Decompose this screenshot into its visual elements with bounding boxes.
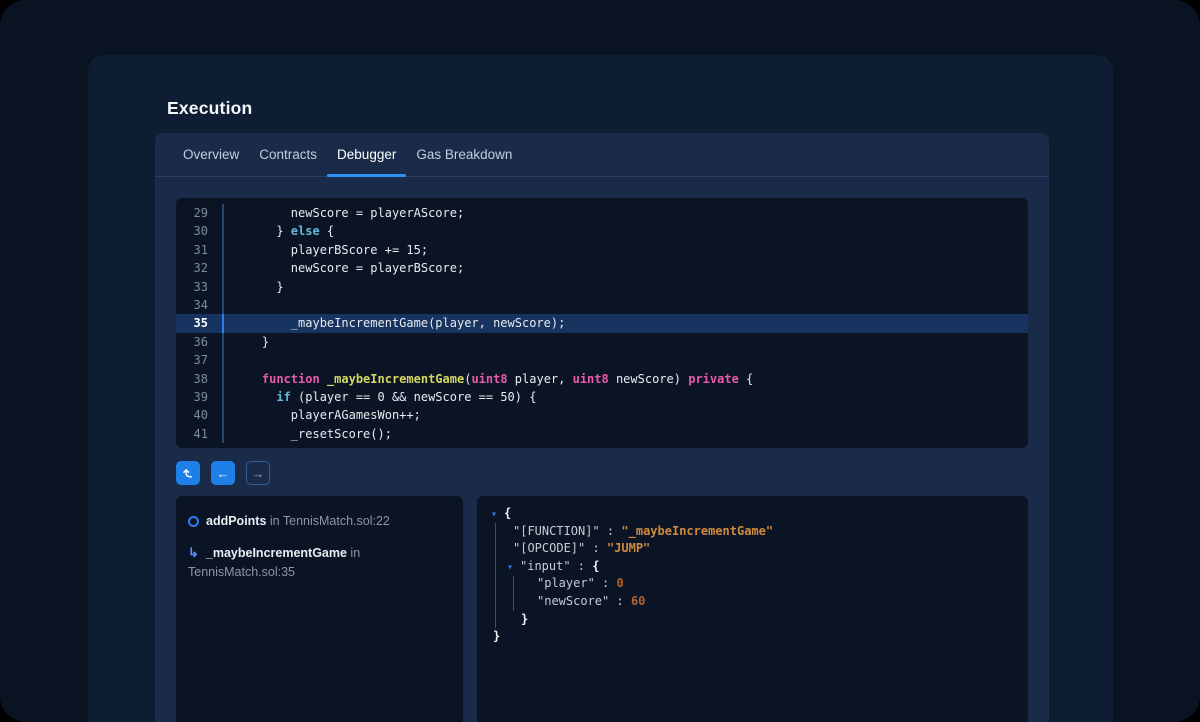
code-text: } (233, 279, 284, 294)
json-row-input-close: } (521, 611, 529, 626)
frame-separator: in (266, 514, 283, 528)
code-text: newScore = playerBScore; (233, 261, 465, 276)
app-window: Execution Overview Contracts Debugger Ga… (0, 0, 1200, 722)
code-line: 41 _resetScore(); (176, 424, 1028, 444)
debug-step-toolbar: ← → (176, 461, 270, 485)
line-number: 32 (176, 259, 224, 278)
code-text: function _maybeIncrementGame(uint8 playe… (261, 371, 754, 386)
code-text: newScore = playerAScore; (233, 206, 465, 220)
code-text: playerBScore += 15; (233, 242, 429, 257)
line-number: 34 (176, 295, 224, 315)
tab-overview[interactable]: Overview (173, 133, 249, 176)
code-line-highlighted: 35 _maybeIncrementGame(player, newScore)… (176, 314, 1028, 333)
code-line: 29 newScore = playerAScore; (176, 204, 1028, 223)
code-line: 38 function _maybeIncrementGame(uint8 pl… (176, 369, 1028, 388)
tab-contracts[interactable]: Contracts (249, 133, 327, 176)
code-text: if (player == 0 && newScore == 50) { (276, 389, 537, 404)
line-number: 38 (176, 369, 224, 388)
tab-debugger[interactable]: Debugger (327, 133, 407, 177)
step-back-button[interactable]: ← (211, 461, 235, 485)
code-text: _resetScore(); (233, 426, 392, 441)
code-line: 33 } (176, 277, 1028, 296)
jump-back-button[interactable] (176, 461, 200, 485)
tree-guide-line (495, 523, 496, 628)
code-line: 37 (176, 351, 1028, 370)
stack-frame-addpoints[interactable]: addPoints in TennisMatch.sol:22 (188, 512, 451, 531)
json-row-root-close: } (493, 629, 501, 644)
line-number: 33 (176, 277, 224, 296)
line-number: 30 (176, 222, 224, 241)
tree-guide-line (513, 576, 514, 611)
frame-location: TennisMatch.sol:35 (188, 565, 296, 579)
code-line: 31 playerBScore += 15; (176, 240, 1028, 260)
code-text: _maybeIncrementGame(player, newScore); (233, 316, 566, 331)
state-inspector-panel[interactable]: ▾{ "[FUNCTION]" : "_maybeIncrementGame" … (477, 496, 1028, 722)
frame-separator: in (346, 546, 361, 560)
frame-function-name: _maybeIncrementGame (205, 546, 347, 560)
code-text: } (233, 334, 270, 349)
frame-location: TennisMatch.sol:22 (282, 514, 390, 528)
collapse-triangle-icon[interactable]: ▾ (491, 506, 504, 524)
json-row-newscore: "newScore" : 60 (537, 593, 646, 608)
line-number: 31 (176, 240, 224, 260)
line-number: 29 (176, 204, 224, 223)
code-line: 40 playerAGamesWon++; (176, 406, 1028, 425)
code-line: 34 (176, 295, 1028, 315)
line-number: 35 (176, 314, 224, 333)
code-text: } else { (233, 224, 335, 239)
code-line: 39 if (player == 0 && newScore == 50) { (176, 387, 1028, 407)
code-line: 30 } else { (176, 222, 1028, 241)
code-text: playerAGamesWon++; (233, 408, 421, 423)
source-code-viewer[interactable]: 29 newScore = playerAScore; 30 } else {31… (176, 198, 1028, 448)
stack-frame-maybeincrementgame[interactable]: ↳ _maybeIncrementGame in TennisMatch.sol:… (188, 543, 451, 582)
collapse-triangle-icon[interactable]: ▾ (507, 559, 520, 577)
json-row-input-open: ▾ "input" : { (491, 558, 1014, 576)
step-forward-button[interactable]: → (246, 461, 270, 485)
json-row-player: "player" : 0 (537, 576, 624, 591)
frame-function-name: addPoints (206, 514, 267, 528)
call-stack-panel: addPoints in TennisMatch.sol:22 ↳ _maybeI… (176, 496, 463, 722)
arrow-right-icon: → (251, 465, 265, 481)
frame-circle-icon (188, 516, 199, 527)
line-number: 40 (176, 406, 224, 425)
debugger-section: Overview Contracts Debugger Gas Breakdow… (155, 133, 1049, 722)
jump-back-icon (182, 468, 192, 478)
tab-gas-breakdown[interactable]: Gas Breakdown (406, 133, 522, 176)
arrow-left-icon: ← (216, 465, 230, 481)
code-line: 32 newScore = playerBScore; (176, 259, 1028, 278)
execution-card: Execution Overview Contracts Debugger Ga… (88, 55, 1113, 722)
page-title: Execution (167, 98, 253, 118)
json-row-opcode: "[OPCODE]" : "JUMP" (513, 541, 651, 556)
line-number: 37 (176, 351, 224, 370)
code-line: 36 } (176, 332, 1028, 352)
line-number: 41 (176, 424, 224, 444)
json-row-root-open: ▾{ (491, 505, 1014, 523)
tab-bar: Overview Contracts Debugger Gas Breakdow… (155, 133, 1049, 177)
json-row-function: "[FUNCTION]" : "_maybeIncrementGame" (513, 523, 774, 538)
line-number: 39 (176, 387, 224, 407)
return-arrow-icon: ↳ (188, 545, 199, 560)
line-number: 36 (176, 332, 224, 352)
